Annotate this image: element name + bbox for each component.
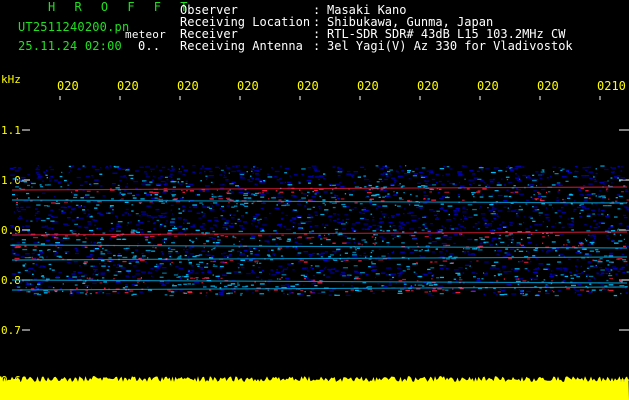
noise-floor-trace	[0, 376, 629, 400]
spectrogram-area: kHz 020 020 020 020 020 020 020 020 020 0210 1.1 1…	[0, 62, 629, 400]
signal-band-line	[11, 244, 628, 249]
meta-label-antenna: Receiving Antenna	[180, 39, 303, 53]
signal-band-line	[11, 256, 628, 261]
spectrogram-svg	[0, 96, 629, 400]
meta-colon: :	[313, 39, 321, 53]
brand-title: H R O F F T	[48, 0, 194, 14]
date-time: 25.11.24 02:00	[18, 39, 122, 53]
date-time-suffix: 0..	[138, 39, 161, 53]
meta-value-antenna: 3el Yagi(V) Az 330 for Vladivostok	[327, 39, 573, 53]
spectrogram-noise	[10, 165, 629, 297]
signal-band-line	[11, 199, 628, 204]
file-name: UT2511240200.pn	[18, 20, 130, 34]
